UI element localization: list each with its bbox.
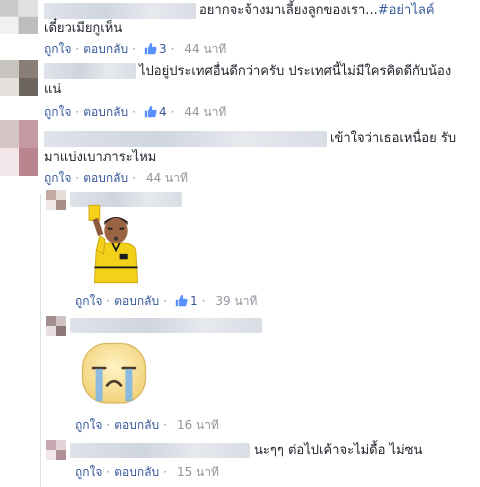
- reply-link[interactable]: ตอบกลับ: [114, 294, 159, 308]
- commenter-name-blurred[interactable]: [44, 63, 136, 79]
- timestamp[interactable]: 15 นาที: [177, 465, 219, 479]
- reply-link[interactable]: ตอบกลับ: [83, 42, 128, 56]
- thumbs-up-icon[interactable]: [175, 294, 188, 307]
- thumbs-up-icon[interactable]: [144, 105, 157, 118]
- avatar[interactable]: [46, 440, 66, 460]
- avatar[interactable]: [46, 190, 66, 210]
- timestamp[interactable]: 39 นาที: [215, 294, 257, 308]
- reply-actions: ถูกใจ · ตอบกลับ · 16 นาที: [75, 418, 219, 432]
- avatar[interactable]: [46, 316, 66, 336]
- crying-face-sticker[interactable]: [76, 340, 152, 410]
- avatar[interactable]: [0, 0, 38, 34]
- timestamp[interactable]: 16 นาที: [177, 418, 219, 432]
- like-link[interactable]: ถูกใจ: [44, 171, 71, 185]
- timestamp[interactable]: 44 นาที: [184, 42, 226, 56]
- avatar[interactable]: [0, 120, 38, 176]
- like-count[interactable]: 1: [190, 294, 198, 308]
- like-link[interactable]: ถูกใจ: [75, 294, 102, 308]
- comment-actions: ถูกใจ · ตอบกลับ · 3 · 44 นาที: [44, 42, 227, 56]
- commenter-name-blurred[interactable]: [70, 318, 262, 333]
- comment-text: ไปอยู่ประเทศอื่นดีกว่าครับ ประเทศนี้ไม่ม…: [139, 64, 452, 79]
- thumbs-up-icon[interactable]: [144, 42, 157, 55]
- commenter-name-blurred[interactable]: [44, 3, 196, 19]
- like-link[interactable]: ถูกใจ: [44, 42, 71, 56]
- comment-text-line2: มาแบ่งเบาภาระไหม: [44, 150, 157, 165]
- comment-text-line2: แน่: [44, 82, 62, 97]
- reply-link[interactable]: ตอบกลับ: [114, 418, 159, 432]
- timestamp[interactable]: 44 นาที: [146, 171, 188, 185]
- referee-sticker[interactable]: [80, 200, 152, 288]
- commenter-name-blurred[interactable]: [44, 131, 327, 147]
- timestamp[interactable]: 44 นาที: [184, 105, 226, 119]
- reply-thread-line: [40, 194, 41, 487]
- hashtag-link[interactable]: #อย่าไลค์: [378, 3, 435, 18]
- like-link[interactable]: ถูกใจ: [75, 465, 102, 479]
- like-link[interactable]: ถูกใจ: [44, 105, 71, 119]
- reply-actions: ถูกใจ · ตอบกลับ · 15 นาที: [75, 465, 219, 479]
- reply-link[interactable]: ตอบกลับ: [83, 105, 128, 119]
- commenter-name-blurred[interactable]: [70, 443, 250, 458]
- like-count[interactable]: 3: [159, 42, 167, 56]
- comment-actions: ถูกใจ · ตอบกลับ · 4 · 44 นาที: [44, 105, 227, 119]
- reply-actions: ถูกใจ · ตอบกลับ · 1 · 39 นาที: [75, 294, 258, 308]
- comment-text-line2: เดี๋ยวเมียกูเห็น: [44, 21, 123, 36]
- comment-text: เข้าใจว่าเธอเหนื่อย รับ: [330, 131, 457, 146]
- like-count[interactable]: 4: [159, 105, 167, 119]
- avatar[interactable]: [0, 60, 38, 96]
- reply-link[interactable]: ตอบกลับ: [83, 171, 128, 185]
- comment-actions: ถูกใจ · ตอบกลับ · 44 นาที: [44, 171, 188, 185]
- reply-text: นะๆๆ ต่อไปเค้าจะไม่ดื้อ ไม่ซน: [254, 443, 423, 458]
- reply-link[interactable]: ตอบกลับ: [114, 465, 159, 479]
- like-link[interactable]: ถูกใจ: [75, 418, 102, 432]
- comment-text: อยากจะจ้างมาเลี้ยงลูกของเรา...#อย่าไลค์: [199, 3, 435, 18]
